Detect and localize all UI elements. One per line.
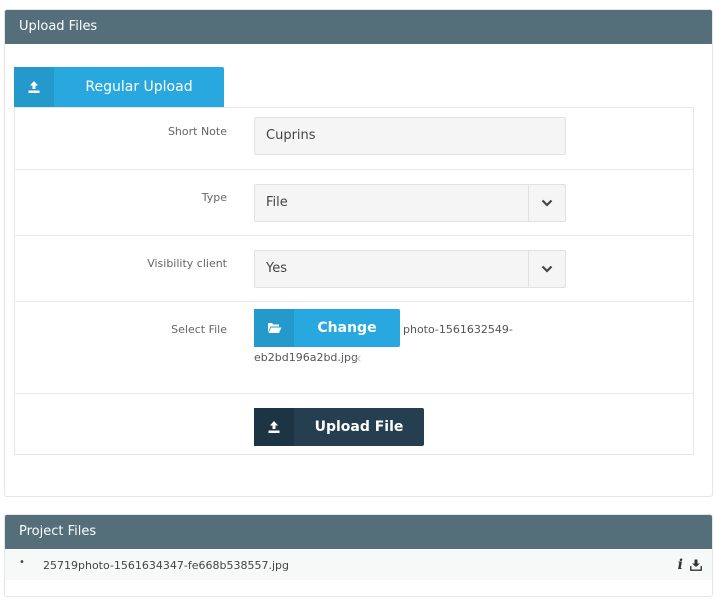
folder-open-icon — [254, 309, 294, 347]
type-row: Type File — [15, 170, 693, 236]
short-note-row: Short Note Cuprins — [15, 108, 693, 170]
list-item: • 25719photo-1561634347-fe668b538557.jpg… — [5, 550, 712, 580]
type-select[interactable]: File — [254, 184, 566, 222]
selected-filename-cont: eb2bd196a2bd.jpg — [254, 351, 358, 364]
upload-files-header: Upload Files — [5, 10, 712, 44]
chevron-down-icon — [528, 185, 565, 221]
select-file-row: Select File Change photo-1561632549- eb2… — [15, 302, 693, 394]
short-note-input[interactable]: Cuprins — [254, 117, 566, 155]
upload-icon — [14, 67, 54, 107]
chevron-down-icon — [528, 251, 565, 287]
info-icon[interactable]: i — [678, 557, 683, 573]
project-files-panel: Project Files • 25719photo-1561634347-fe… — [4, 514, 713, 597]
upload-form: Short Note Cuprins Type File Visibility … — [14, 107, 694, 455]
remove-file-icon[interactable]: × — [353, 352, 362, 365]
change-file-label: Change — [317, 320, 377, 336]
type-label: Type — [201, 191, 227, 204]
upload-icon — [254, 408, 294, 446]
tab-regular-upload[interactable]: Regular Upload — [14, 67, 224, 107]
submit-row: Upload File — [15, 394, 693, 456]
upload-file-label: Upload File — [314, 419, 404, 435]
visibility-row: Visibility client Yes — [15, 236, 693, 302]
project-files-header: Project Files — [5, 515, 712, 549]
upload-file-button[interactable]: Upload File — [254, 408, 424, 446]
selected-filename: photo-1561632549- — [403, 323, 513, 336]
visibility-select[interactable]: Yes — [254, 250, 566, 288]
change-file-button[interactable]: Change — [254, 309, 400, 347]
select-file-label: Select File — [171, 323, 227, 336]
short-note-label: Short Note — [167, 125, 227, 138]
type-select-value: File — [266, 195, 288, 210]
list-bullet: • — [19, 557, 25, 568]
visibility-select-value: Yes — [266, 261, 287, 276]
visibility-label: Visibility client — [147, 257, 227, 270]
file-name-link[interactable]: 25719photo-1561634347-fe668b538557.jpg — [43, 559, 289, 572]
download-icon[interactable] — [690, 559, 702, 574]
tab-regular-upload-label: Regular Upload — [85, 79, 193, 95]
